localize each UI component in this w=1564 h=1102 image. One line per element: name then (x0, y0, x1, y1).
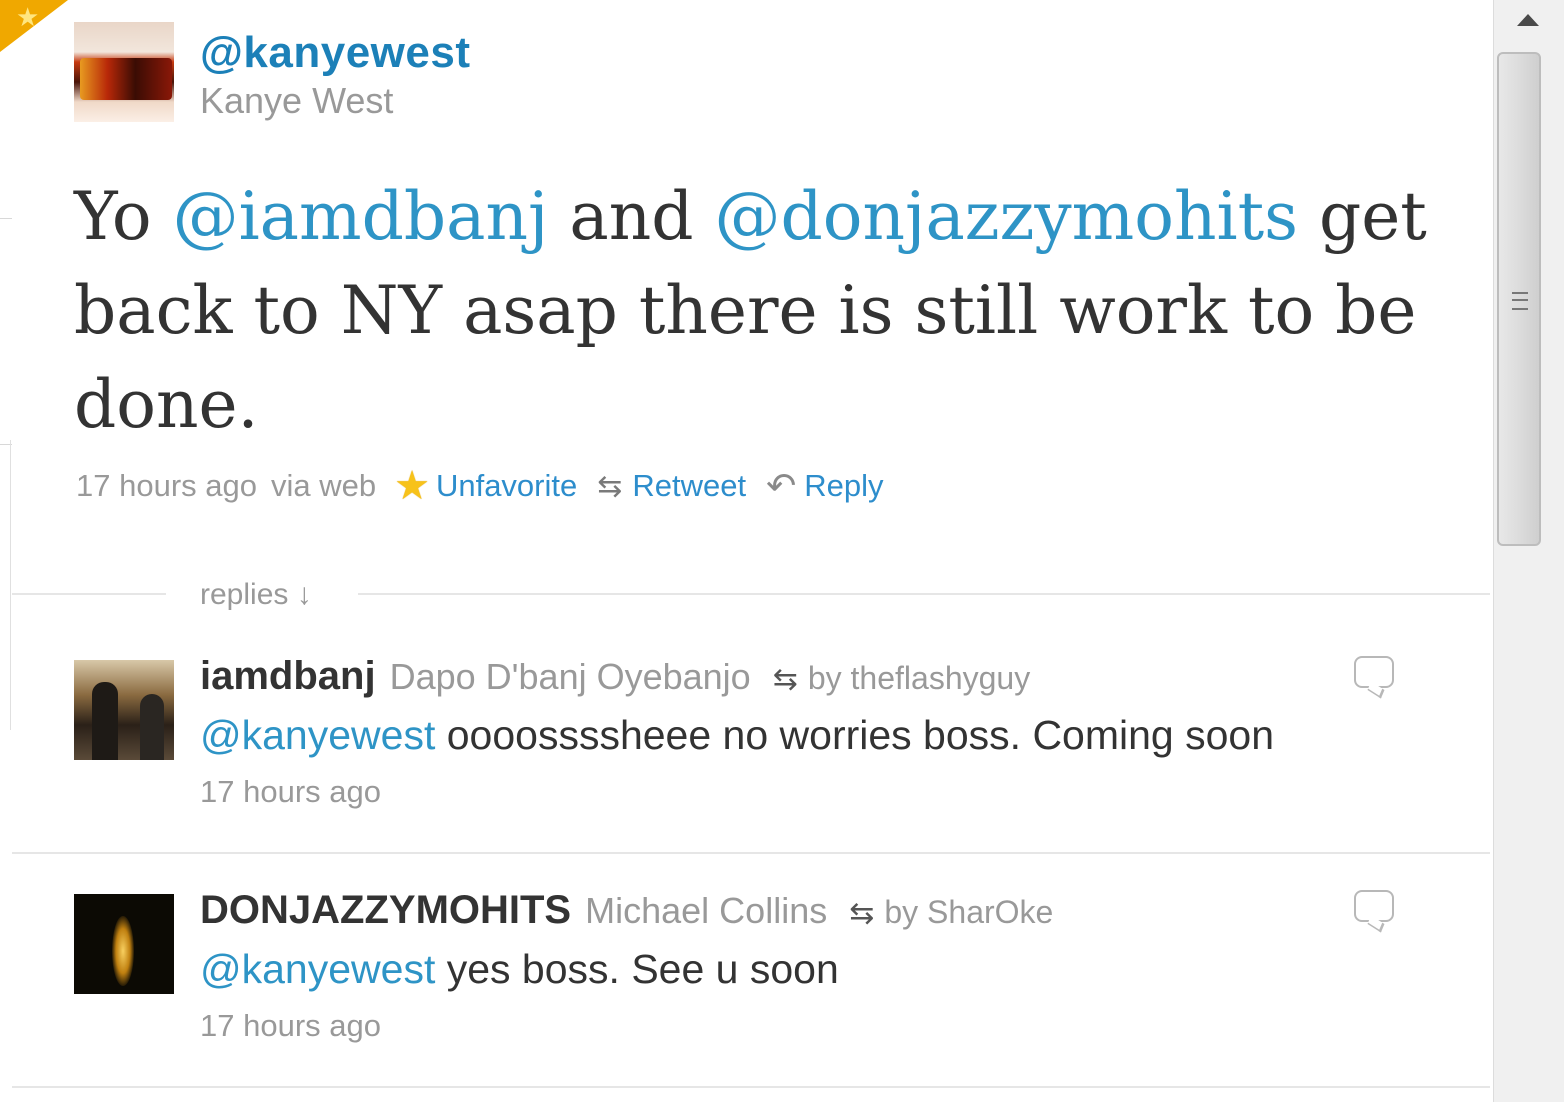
retweet-icon: ⇆ (772, 663, 798, 696)
mention-link[interactable]: @donjazzymohits (715, 178, 1298, 255)
reply-button[interactable]: ↶ Reply (766, 465, 883, 507)
replies-divider (12, 593, 166, 595)
reply-username[interactable]: DONJAZZYMOHITS (200, 888, 571, 933)
reply-header: iamdbanj Dapo D'banj Oyebanjo ⇆ by thefl… (200, 654, 1030, 699)
mention-link[interactable]: @kanyewest (200, 946, 435, 992)
reply-body: yes boss. See u soon (435, 946, 839, 992)
reply-body: oooossssheee no worries boss. Coming soo… (435, 712, 1275, 758)
reply-header: DONJAZZYMOHITS Michael Collins ⇆ by Shar… (200, 888, 1053, 933)
tweet-source: via web (270, 468, 377, 503)
tweet-text-middle: and (548, 178, 715, 255)
reply-username[interactable]: iamdbanj (200, 654, 376, 699)
reply-text: @kanyewest oooossssheee no worries boss.… (200, 712, 1274, 759)
retweet-icon: ⇆ (597, 469, 623, 503)
retweet-icon: ⇆ (849, 897, 875, 930)
left-edge-divider (0, 218, 12, 219)
reply-text: @kanyewest yes boss. See u soon (200, 946, 839, 993)
unfavorite-label: Unfavorite (435, 468, 578, 503)
left-edge-border (10, 440, 11, 730)
row-divider (12, 1086, 1490, 1088)
reply-timestamp[interactable]: 17 hours ago (200, 1008, 381, 1044)
tweet-text-prefix: Yo (74, 178, 173, 255)
reply-arrow-icon: ↶ (766, 465, 797, 506)
mention-link[interactable]: @iamdbanj (173, 178, 549, 255)
tweet-timestamp[interactable]: 17 hours ago (76, 468, 257, 504)
reply-avatar[interactable] (74, 894, 174, 994)
reply-timestamp[interactable]: 17 hours ago (200, 774, 381, 810)
speech-bubble-icon[interactable] (1354, 890, 1394, 922)
row-divider (12, 852, 1490, 854)
scroll-up-arrow-icon[interactable] (1517, 14, 1539, 26)
retweet-button[interactable]: ⇆ Retweet (597, 468, 746, 504)
author-screen-name[interactable]: @kanyewest (200, 28, 470, 78)
replies-divider (358, 593, 1490, 595)
replies-label: replies ↓ (200, 578, 312, 611)
tweet-meta: 17 hours ago via web ★ Unfavorite ⇆ Retw… (76, 465, 884, 507)
scrollbar-thumb[interactable] (1497, 52, 1541, 546)
scroll-grip-icon (1512, 292, 1528, 310)
mention-link[interactable]: @kanyewest (200, 712, 435, 758)
reply-label: Reply (804, 468, 884, 503)
author-real-name: Kanye West (200, 80, 394, 121)
tweet-text: Yo @iamdbanj and @donjazzymohits get bac… (74, 170, 1444, 452)
unfavorite-button[interactable]: ★ Unfavorite (394, 466, 577, 506)
retweeted-by[interactable]: by SharOke (884, 894, 1053, 931)
favorited-corner-star-icon: ★ (16, 2, 40, 32)
speech-bubble-icon[interactable] (1354, 656, 1394, 688)
author-avatar[interactable] (74, 22, 174, 122)
retweet-label: Retweet (632, 468, 747, 503)
star-icon: ★ (394, 464, 430, 508)
reply-real-name: Michael Collins (585, 890, 828, 931)
vertical-scrollbar[interactable] (1493, 0, 1564, 1102)
retweeted-by[interactable]: by theflashyguy (808, 660, 1030, 697)
reply-avatar[interactable] (74, 660, 174, 760)
reply-real-name: Dapo D'banj Oyebanjo (389, 656, 751, 697)
